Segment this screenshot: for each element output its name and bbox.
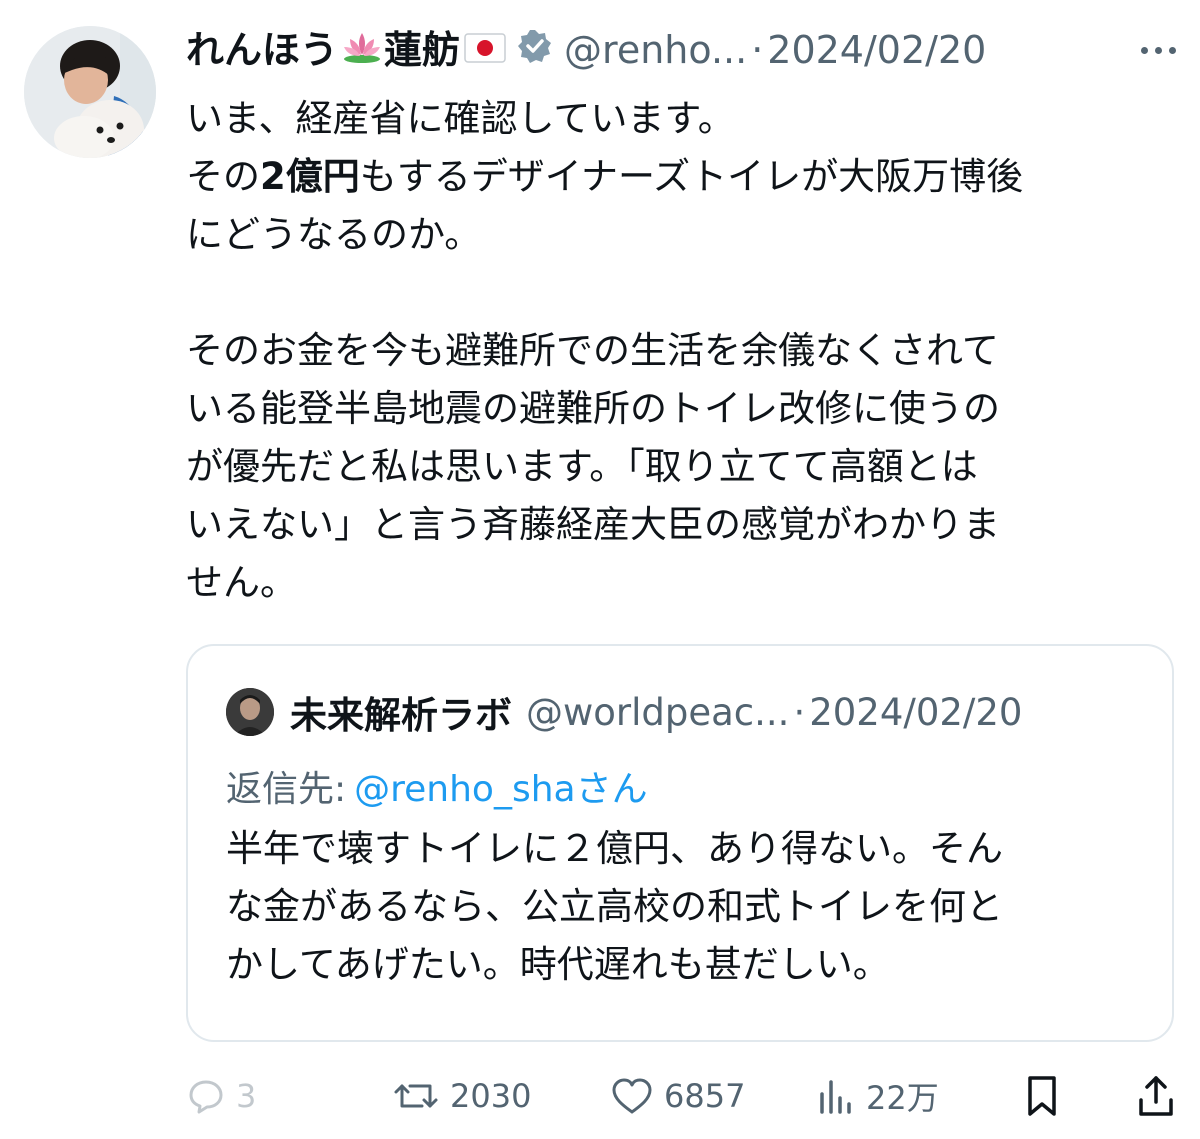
author-name-kanji[interactable]: 蓮舫 (384, 22, 460, 78)
like-button[interactable]: 6857 (610, 1068, 745, 1124)
tweet-text: いま、経産省に確認しています。 その2億円もするデザイナーズトイレが大阪万博後 … (186, 90, 1176, 612)
reply-count: 3 (236, 1077, 257, 1115)
reply-to-label: 返信先: (226, 769, 347, 810)
tweet-text-line2-prefix: その (186, 155, 260, 198)
tweet-date[interactable]: 2024/02/20 (767, 22, 986, 78)
reply-button[interactable]: 3 (186, 1068, 256, 1124)
verified-badge-icon[interactable] (518, 22, 552, 78)
like-count: 6857 (664, 1077, 746, 1115)
quoted-tweet-header: 未来解析ラボ @worldpeac... · 2024/02/20 (226, 684, 1142, 740)
japan-flag-icon (464, 22, 506, 78)
tweet-text-line2-suffix: もするデザイナーズトイレが大阪万博後 (359, 155, 1024, 198)
tweet-actions-bar: 3 2030 6857 22万 (186, 1068, 1176, 1124)
quoted-author-display-name[interactable]: 未来解析ラボ (290, 685, 512, 739)
reply-to-line: 返信先: @renho_shaさん (226, 764, 648, 816)
bookmark-button[interactable] (1022, 1068, 1062, 1124)
reply-to-mention[interactable]: @renho_sha (354, 769, 575, 810)
share-button[interactable] (1136, 1068, 1176, 1124)
quoted-author-handle[interactable]: @worldpeac... (526, 691, 789, 734)
heart-icon (612, 1078, 652, 1114)
views-button[interactable]: 22万 (816, 1068, 939, 1124)
reply-to-suffix: さん (575, 769, 648, 810)
views-chart-icon (820, 1080, 851, 1114)
quoted-avatar-photo (226, 688, 274, 736)
views-count: 22万 (866, 1079, 939, 1117)
quoted-tweet-date[interactable]: 2024/02/20 (809, 691, 1022, 734)
author-display-name[interactable]: れんほう (186, 22, 338, 78)
quoted-author-avatar[interactable] (226, 688, 274, 736)
quoted-tweet-text: 半年で壊すトイレに２億円、あり得ない。そん な金があるなら、公立高校の和式トイレ… (226, 827, 1003, 986)
quoted-header-separator: · (793, 690, 806, 734)
quoted-tweet-card[interactable]: 未来解析ラボ @worldpeac... · 2024/02/20 返信先: @r… (186, 644, 1174, 1042)
more-options-icon[interactable] (1141, 22, 1176, 78)
reply-icon (189, 1080, 223, 1114)
tweet-text-paragraph2: そのお金を今も避難所での生活を余儀なくされて いる能登半島地震の避難所のトイレ改… (186, 329, 1000, 604)
bookmark-icon (1028, 1076, 1056, 1116)
tweet-text-line1: いま、経産省に確認しています。 (186, 97, 735, 140)
tweet-text-amount: 2億円 (260, 155, 360, 198)
tweet-header: れんほう 蓮舫 @renho... · 2024/02/20 (186, 22, 1176, 78)
lotus-emoji-icon (342, 22, 382, 78)
retweet-count: 2030 (450, 1077, 532, 1115)
avatar-photo (24, 26, 156, 158)
retweet-icon (394, 1084, 438, 1108)
author-avatar[interactable] (24, 26, 156, 158)
share-icon (1139, 1076, 1173, 1116)
retweet-button[interactable]: 2030 (392, 1068, 531, 1124)
author-handle[interactable]: @renho... (564, 22, 747, 78)
header-separator: · (751, 28, 764, 72)
tweet-text-line3: にどうなるのか。 (186, 213, 482, 256)
